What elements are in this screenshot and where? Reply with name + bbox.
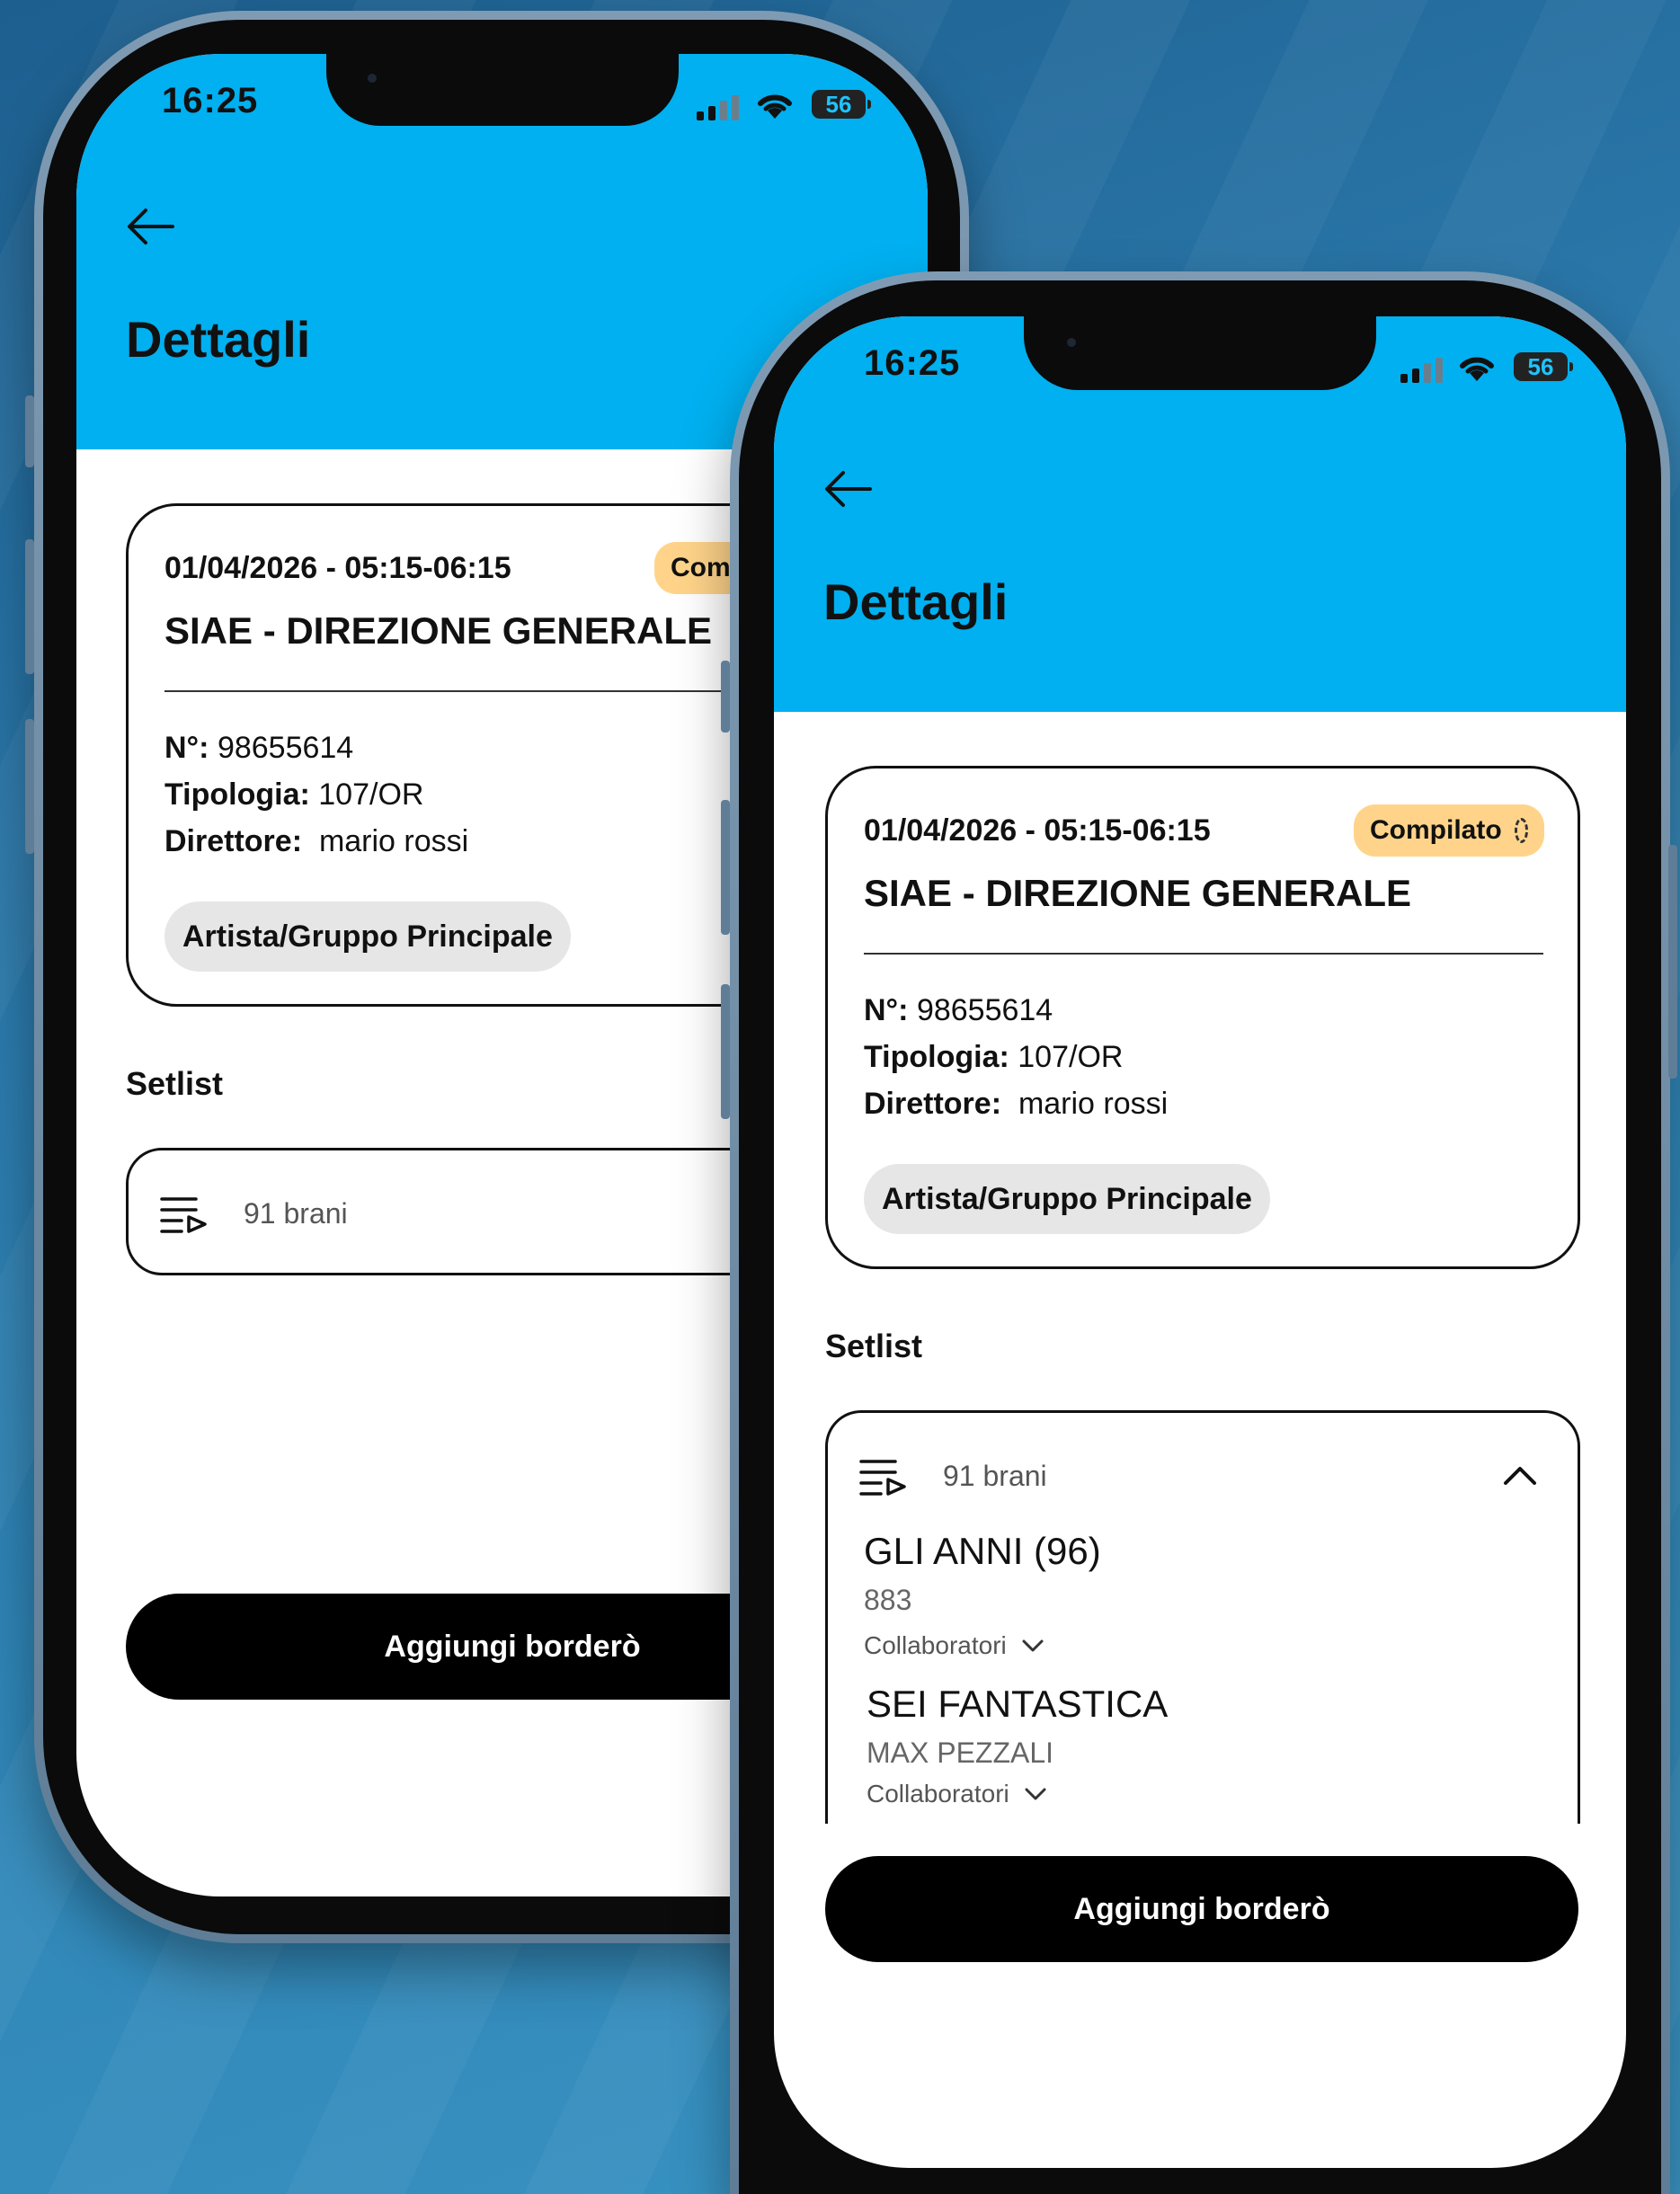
phone-side-button — [721, 661, 730, 733]
event-venue: SIAE - DIREZIONE GENERALE — [164, 609, 713, 652]
event-datetime: 01/04/2026 - 05:15-06:15 — [164, 551, 511, 585]
battery-icon: 56 — [812, 90, 871, 119]
event-director-label: Direttore: — [164, 824, 303, 858]
event-type-label: Tipologia: — [864, 1040, 1009, 1074]
event-type-value: 107/OR — [318, 777, 424, 812]
chevron-down-icon — [1022, 1639, 1044, 1652]
song-title: SEI FANTASTICA — [867, 1683, 1169, 1725]
setlist-title: Setlist — [825, 1328, 923, 1364]
notch — [326, 54, 679, 126]
event-type: Tipologia: 107/OR — [864, 1040, 1123, 1075]
notch — [1024, 316, 1376, 390]
event-director: Direttore: mario rossi — [864, 1087, 1168, 1122]
song-artist: 883 — [864, 1584, 912, 1616]
status-badge: Compilato — [1354, 804, 1544, 857]
arrow-left-icon — [128, 209, 174, 244]
phone-power-button — [1668, 845, 1677, 1079]
front-camera — [364, 70, 380, 86]
front-camera — [1063, 334, 1080, 351]
event-director: Direttore: mario rossi — [164, 824, 468, 859]
artist-chip[interactable]: Artista/Gruppo Principale — [164, 902, 571, 972]
battery-icon: 56 — [1514, 352, 1573, 381]
status-time: 16:25 — [864, 343, 961, 383]
setlist-panel: 91 brani GLI ANNI (96) 883 Collaboratori… — [825, 1410, 1580, 1824]
chevron-up-icon[interactable] — [1502, 1463, 1538, 1487]
setlist-count: 91 brani — [244, 1197, 348, 1230]
event-number: N°: 98655614 — [164, 731, 353, 766]
status-time: 16:25 — [162, 81, 259, 120]
signal-icon — [1400, 358, 1443, 383]
song-artist: MAX PEZZALI — [867, 1737, 1054, 1769]
loading-circle-icon — [1514, 818, 1528, 843]
collaborators-toggle[interactable]: Collaboratori — [864, 1631, 1044, 1660]
event-type-value: 107/OR — [1018, 1040, 1124, 1074]
event-type: Tipologia: 107/OR — [164, 777, 423, 813]
phone-side-button — [25, 719, 34, 854]
event-director-value: mario rossi — [318, 824, 469, 858]
event-number-label: N°: — [864, 993, 909, 1027]
collaborators-toggle[interactable]: Collaboratori — [867, 1780, 1047, 1808]
arrow-left-icon — [825, 471, 872, 507]
artist-chip[interactable]: Artista/Gruppo Principale — [864, 1164, 1270, 1234]
phone-side-button — [721, 800, 730, 935]
back-button[interactable] — [823, 469, 874, 513]
playlist-play-icon — [859, 1460, 906, 1496]
phone-front-screen: 16:25 56 Dettagli 01/04/2026 - 05:15-06:… — [774, 316, 1626, 2168]
event-number-value: 98655614 — [916, 993, 1053, 1027]
collaborators-label: Collaboratori — [864, 1631, 1007, 1659]
status-badge-label: Compilato — [1370, 815, 1502, 845]
event-director-label: Direttore: — [864, 1087, 1002, 1121]
event-datetime: 01/04/2026 - 05:15-06:15 — [864, 813, 1211, 848]
page-title: Dettagli — [126, 311, 311, 368]
playlist-play-icon — [160, 1197, 207, 1233]
event-number-value: 98655614 — [217, 731, 354, 765]
phone-side-button — [25, 395, 34, 467]
song-title: GLI ANNI (96) — [864, 1530, 1101, 1572]
chevron-down-icon — [1025, 1788, 1046, 1800]
setlist-title: Setlist — [126, 1065, 224, 1102]
event-venue: SIAE - DIREZIONE GENERALE — [864, 872, 1412, 914]
back-button[interactable] — [126, 207, 176, 251]
page-title: Dettagli — [823, 573, 1009, 630]
phone-side-button — [25, 539, 34, 674]
phone-side-button — [721, 984, 730, 1119]
event-number-label: N°: — [164, 731, 209, 765]
wifi-icon — [755, 88, 795, 125]
setlist-count: 91 brani — [943, 1460, 1047, 1492]
event-card: 01/04/2026 - 05:15-06:15 Compilato SIAE … — [825, 766, 1580, 1269]
divider — [864, 953, 1543, 955]
event-director-value: mario rossi — [1018, 1087, 1169, 1121]
collaborators-label: Collaboratori — [867, 1780, 1009, 1808]
add-bordero-button[interactable]: Aggiungi borderò — [825, 1856, 1578, 1962]
event-type-label: Tipologia: — [164, 777, 310, 812]
signal-icon — [697, 95, 739, 120]
event-number: N°: 98655614 — [864, 993, 1053, 1028]
wifi-icon — [1457, 351, 1497, 387]
